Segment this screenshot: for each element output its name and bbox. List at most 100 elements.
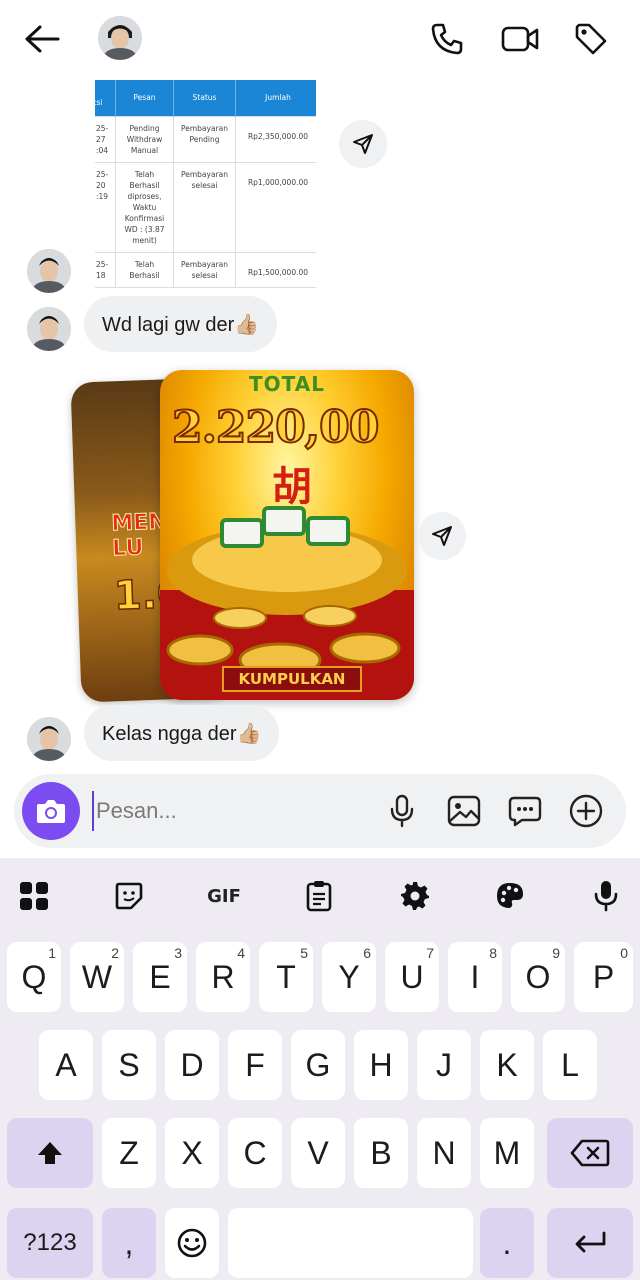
table-row: 25- 18 Telah Berhasil Pembayaran selesai… bbox=[95, 251, 316, 288]
arrow-left-icon bbox=[25, 25, 60, 53]
message-text: Wd lagi gw der👍🏼 bbox=[102, 313, 260, 336]
key-j[interactable]: J bbox=[417, 1030, 471, 1100]
column-header: ktu saksi bbox=[95, 80, 116, 116]
backspace-icon bbox=[570, 1139, 610, 1167]
key-q[interactable]: Q1 bbox=[7, 942, 61, 1012]
tag-icon bbox=[575, 23, 607, 55]
key-r[interactable]: R4 bbox=[196, 942, 250, 1012]
symbols-key[interactable]: ?123 bbox=[7, 1208, 93, 1278]
key-y[interactable]: Y6 bbox=[322, 942, 376, 1012]
apps-grid-button[interactable] bbox=[12, 874, 56, 918]
camera-button[interactable] bbox=[22, 782, 80, 840]
table-cell-time: 25- 27 :04 bbox=[95, 115, 116, 163]
key-c[interactable]: C bbox=[228, 1118, 282, 1188]
voice-call-button[interactable] bbox=[422, 14, 472, 64]
message-bubble[interactable]: Wd lagi gw der👍🏼 bbox=[84, 296, 278, 352]
key-n[interactable]: N bbox=[417, 1118, 471, 1188]
table-header-row: ktu saksi Pesan Status Jumlah bbox=[95, 80, 316, 116]
message-input[interactable] bbox=[92, 791, 362, 831]
sender-avatar[interactable] bbox=[27, 717, 71, 761]
column-header: Status bbox=[173, 80, 236, 116]
table-cell-status: Pembayaran selesai bbox=[173, 161, 236, 253]
key-u[interactable]: U7 bbox=[385, 942, 439, 1012]
key-h[interactable]: H bbox=[354, 1030, 408, 1100]
sticker-chat-button[interactable] bbox=[505, 791, 545, 831]
message-bubble[interactable]: Kelas ngga der👍🏼 bbox=[84, 705, 280, 761]
voice-input-button[interactable] bbox=[584, 874, 628, 918]
key-o[interactable]: O9 bbox=[511, 942, 565, 1012]
on-screen-keyboard: GIF Q1 W2 E3 R4 T5 Y6 U7 I8 O9 P0 A S D bbox=[0, 858, 640, 1280]
table-cell-amount: Rp1,000,000.00 bbox=[235, 161, 316, 253]
phone-icon bbox=[431, 23, 463, 55]
backspace-key[interactable] bbox=[547, 1118, 633, 1188]
column-header: Pesan bbox=[115, 80, 174, 116]
person-photo-icon bbox=[27, 717, 71, 761]
transaction-table: ktu saksi Pesan Status Jumlah 25- 27 :04… bbox=[95, 80, 316, 288]
key-v[interactable]: V bbox=[291, 1118, 345, 1188]
tag-button[interactable] bbox=[566, 14, 616, 64]
gear-icon bbox=[401, 882, 429, 910]
shared-transaction-screenshot[interactable]: ktu saksi Pesan Status Jumlah 25- 27 :04… bbox=[95, 80, 316, 290]
table-cell-time: 25- 18 bbox=[95, 251, 116, 288]
key-m[interactable]: M bbox=[480, 1118, 534, 1188]
gallery-button[interactable] bbox=[444, 791, 484, 831]
key-w[interactable]: W2 bbox=[70, 942, 124, 1012]
key-z[interactable]: Z bbox=[102, 1118, 156, 1188]
contact-avatar[interactable] bbox=[98, 16, 142, 60]
shared-game-card[interactable]: TOTAL 2.220,00 胡 KUMPULKAN bbox=[160, 370, 414, 700]
clipboard-icon bbox=[306, 881, 332, 912]
key-l[interactable]: L bbox=[543, 1030, 597, 1100]
shift-key[interactable] bbox=[7, 1118, 93, 1188]
video-camera-icon bbox=[501, 26, 539, 52]
table-cell-time: 25- 20 :19 bbox=[95, 161, 116, 253]
back-button[interactable] bbox=[17, 14, 67, 64]
space-key[interactable] bbox=[228, 1208, 473, 1278]
key-x[interactable]: X bbox=[165, 1118, 219, 1188]
key-s[interactable]: S bbox=[102, 1030, 156, 1100]
key-i[interactable]: I8 bbox=[448, 942, 502, 1012]
table-cell-message: Telah Berhasil diproses, Waktu Konfirmas… bbox=[115, 161, 174, 253]
key-t[interactable]: T5 bbox=[259, 942, 313, 1012]
sticker-button[interactable] bbox=[107, 874, 151, 918]
microphone-icon bbox=[594, 881, 618, 912]
collect-banner: KUMPULKAN bbox=[222, 666, 362, 692]
key-a[interactable]: A bbox=[39, 1030, 93, 1100]
gif-button[interactable]: GIF bbox=[202, 874, 246, 918]
theme-button[interactable] bbox=[488, 874, 532, 918]
video-call-button[interactable] bbox=[495, 14, 545, 64]
key-d[interactable]: D bbox=[165, 1030, 219, 1100]
share-button[interactable] bbox=[339, 120, 387, 168]
plus-circle-icon bbox=[569, 794, 603, 828]
comma-key[interactable]: , bbox=[102, 1208, 156, 1278]
settings-button[interactable] bbox=[393, 874, 437, 918]
table-cell-status: Pembayaran Pending bbox=[173, 115, 236, 163]
enter-key[interactable] bbox=[547, 1208, 633, 1278]
voice-message-button[interactable] bbox=[382, 791, 422, 831]
grid-icon bbox=[20, 882, 48, 910]
key-b[interactable]: B bbox=[354, 1118, 408, 1188]
image-icon bbox=[447, 795, 481, 827]
smiley-icon bbox=[177, 1228, 207, 1258]
sender-avatar[interactable] bbox=[27, 307, 71, 351]
table-cell-message: Pending Withdraw Manual bbox=[115, 115, 174, 163]
add-attachment-button[interactable] bbox=[566, 791, 606, 831]
keyboard-toolbar: GIF bbox=[0, 858, 640, 932]
chat-bubble-icon bbox=[508, 796, 542, 827]
key-p[interactable]: P0 bbox=[574, 942, 633, 1012]
key-f[interactable]: F bbox=[228, 1030, 282, 1100]
person-photo-icon bbox=[98, 16, 142, 60]
period-key[interactable]: . bbox=[480, 1208, 534, 1278]
key-e[interactable]: E3 bbox=[133, 942, 187, 1012]
message-text: Kelas ngga der👍🏼 bbox=[102, 722, 262, 745]
person-photo-icon bbox=[27, 307, 71, 351]
camera-icon bbox=[37, 800, 65, 823]
table-cell-amount: Rp2,350,000.00 bbox=[235, 115, 316, 163]
share-button[interactable] bbox=[418, 512, 466, 560]
emoji-key[interactable] bbox=[165, 1208, 219, 1278]
sender-avatar[interactable] bbox=[27, 249, 71, 293]
table-cell-status: Pembayaran selesai bbox=[173, 251, 236, 288]
send-icon bbox=[353, 134, 373, 154]
clipboard-button[interactable] bbox=[297, 874, 341, 918]
key-k[interactable]: K bbox=[480, 1030, 534, 1100]
key-g[interactable]: G bbox=[291, 1030, 345, 1100]
